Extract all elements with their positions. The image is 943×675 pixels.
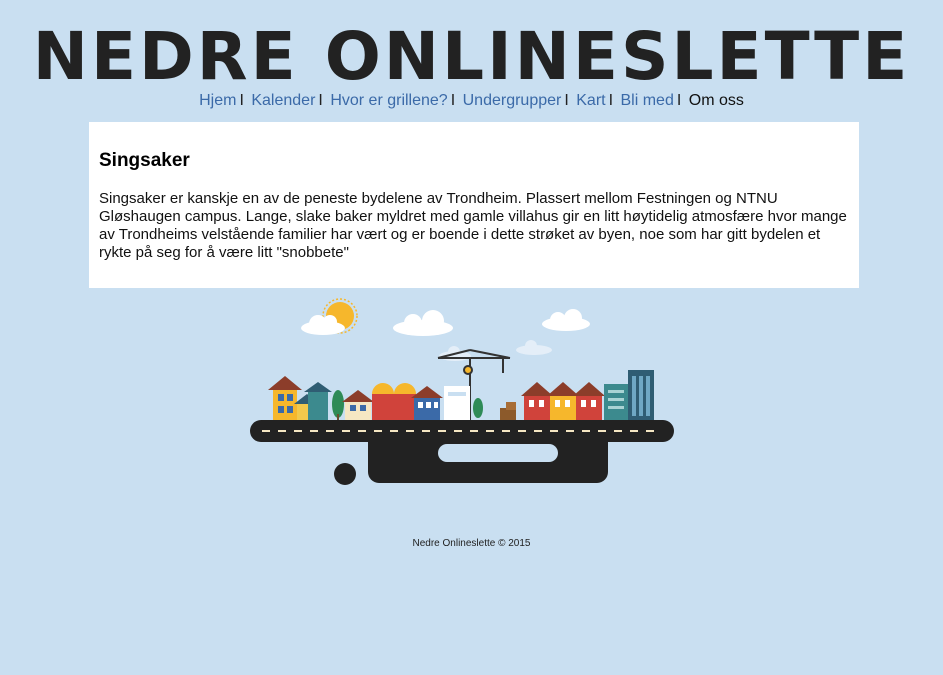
nav-separator: I <box>564 92 569 109</box>
main-nav: Hjem I Kalender I Hvor er grillene? I Under… <box>0 92 943 110</box>
house-icon <box>521 382 553 420</box>
crates-icon <box>500 402 516 420</box>
nav-item-kart[interactable]: Kart <box>576 92 605 109</box>
page-heading: Singsaker <box>99 150 190 171</box>
city-illustration <box>250 298 674 485</box>
nav-separator: I <box>608 92 614 109</box>
tree-icon <box>332 390 344 420</box>
house-icon <box>304 382 332 420</box>
building-icon <box>628 370 654 420</box>
building-icon <box>604 384 628 420</box>
building-icon <box>444 386 470 420</box>
nav-separator: I <box>450 92 456 109</box>
cloud-icon <box>516 340 552 355</box>
tree-icon <box>473 398 483 418</box>
road-icon <box>250 420 674 485</box>
cloud-icon <box>542 309 590 331</box>
house-icon <box>411 386 443 420</box>
nav-item-om-oss[interactable]: Om oss <box>689 92 744 109</box>
page-body-text: Singsaker er kanskje en av de peneste by… <box>99 190 847 261</box>
nav-item-grill[interactable]: Hvor er grillene? <box>330 92 447 109</box>
house-icon <box>372 383 416 420</box>
house-icon <box>342 390 374 420</box>
nav-separator: I <box>318 92 323 109</box>
nav-item-hjem[interactable]: Hjem <box>199 92 236 109</box>
content-panel: Singsaker Singsaker er kanskje en av de … <box>89 122 859 288</box>
nav-separator: I <box>239 92 244 109</box>
footer-copyright: Nedre Onlineslette © 2015 <box>412 538 531 549</box>
house-icon <box>547 382 579 420</box>
nav-separator: I <box>676 92 682 109</box>
house-icon <box>268 376 302 420</box>
nav-item-kalender[interactable]: Kalender <box>251 92 315 109</box>
house-icon <box>573 382 605 420</box>
cloud-icon <box>393 310 453 336</box>
nav-item-undergrupper[interactable]: Undergrupper <box>463 92 562 109</box>
site-logo[interactable]: NEDRE ONLINESLETTE <box>0 22 943 92</box>
nav-item-bli-med[interactable]: Bli med <box>621 92 674 109</box>
